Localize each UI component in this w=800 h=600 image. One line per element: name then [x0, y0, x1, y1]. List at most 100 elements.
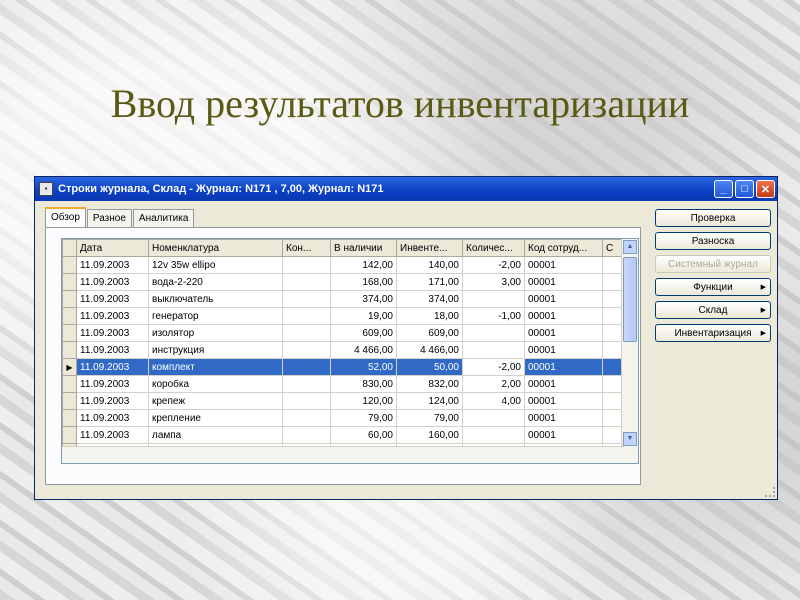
table-cell[interactable]: 120,00	[330, 392, 397, 410]
minimize-button[interactable]: _	[714, 180, 733, 198]
table-cell[interactable]: 3,00	[462, 273, 525, 291]
table-cell[interactable]: 12v 35w ellipo	[148, 256, 283, 274]
table-cell[interactable]	[282, 324, 331, 342]
table-cell[interactable]: 609,00	[396, 324, 463, 342]
column-header[interactable]: Код сотруд...	[524, 239, 603, 257]
table-row[interactable]: ▶ 11.09.2003 комплект 52,00 50,00 -2,00 00001	[62, 358, 625, 376]
table-cell[interactable]	[282, 290, 331, 308]
row-indicator[interactable]	[62, 409, 77, 427]
row-indicator[interactable]	[62, 290, 77, 308]
table-cell[interactable]: 2,00	[462, 375, 525, 393]
table-cell[interactable]: генератор	[148, 307, 283, 325]
table-cell[interactable]	[282, 273, 331, 291]
table-cell[interactable]: 00001	[524, 290, 603, 308]
row-indicator[interactable]	[62, 256, 77, 274]
table-cell[interactable]: 00001	[524, 375, 603, 393]
column-header[interactable]: Дата	[76, 239, 149, 257]
table-cell[interactable]: 11.09.2003	[76, 256, 149, 274]
table-row[interactable]: 11.09.2003 крепеж 120,00 124,00 4,00 00001	[62, 392, 625, 410]
table-cell[interactable]: 140,00	[396, 256, 463, 274]
table-cell[interactable]: 11.09.2003	[76, 358, 149, 376]
resize-grip-icon[interactable]	[765, 487, 775, 497]
table-row[interactable]: 11.09.2003 лампа 60,00 160,00 00001	[62, 426, 625, 444]
table-cell[interactable]	[282, 426, 331, 444]
table-cell[interactable]: 11.09.2003	[76, 341, 149, 359]
table-cell[interactable]	[462, 290, 525, 308]
table-cell[interactable]: вода-2-220	[148, 273, 283, 291]
table-cell[interactable]: 11.09.2003	[76, 307, 149, 325]
journal-grid[interactable]: Дата Номенклатура Кон... В наличии Инвен…	[61, 238, 639, 464]
table-cell[interactable]	[462, 409, 525, 427]
table-cell[interactable]: 60,00	[330, 426, 397, 444]
table-cell[interactable]	[282, 409, 331, 427]
table-cell[interactable]: 4 466,00	[330, 341, 397, 359]
scroll-up-icon[interactable]: ▲	[623, 240, 637, 254]
table-row[interactable]: 11.09.2003 выключатель 374,00 374,00 00001	[62, 290, 625, 308]
app-icon[interactable]: ▪	[39, 182, 53, 196]
table-cell[interactable]: 832,00	[396, 375, 463, 393]
tab-analytics[interactable]: Аналитика	[132, 209, 195, 228]
row-indicator[interactable]	[62, 307, 77, 325]
action-button[interactable]: Проверка	[655, 209, 771, 227]
table-cell[interactable]: -2,00	[462, 256, 525, 274]
table-cell[interactable]: 00001	[524, 409, 603, 427]
table-cell[interactable]	[462, 426, 525, 444]
column-header[interactable]: Количес...	[462, 239, 525, 257]
table-cell[interactable]: 830,00	[330, 375, 397, 393]
row-indicator[interactable]	[62, 273, 77, 291]
close-button[interactable]: ✕	[756, 180, 775, 198]
table-cell[interactable]: 79,00	[396, 409, 463, 427]
row-indicator[interactable]	[62, 341, 77, 359]
column-header[interactable]: В наличии	[330, 239, 397, 257]
table-cell[interactable]: 00001	[524, 426, 603, 444]
table-cell[interactable]: 168,00	[330, 273, 397, 291]
table-cell[interactable]: -1,00	[462, 307, 525, 325]
table-row[interactable]: 11.09.2003 коробка 830,00 832,00 2,00 00001	[62, 375, 625, 393]
table-cell[interactable]	[282, 392, 331, 410]
action-button[interactable]: Инвентаризация ▶	[655, 324, 771, 342]
table-cell[interactable]: 19,00	[330, 307, 397, 325]
table-cell[interactable]: 171,00	[396, 273, 463, 291]
table-cell[interactable]: 374,00	[396, 290, 463, 308]
table-cell[interactable]	[282, 341, 331, 359]
current-row-pointer-icon[interactable]: ▶	[62, 358, 77, 376]
table-cell[interactable]: 11.09.2003	[76, 426, 149, 444]
horizontal-scrollbar[interactable]	[62, 446, 624, 463]
table-row[interactable]: 11.09.2003 крепление 79,00 79,00 00001	[62, 409, 625, 427]
table-cell[interactable]: 374,00	[330, 290, 397, 308]
scroll-down-icon[interactable]: ▼	[623, 432, 637, 446]
table-cell[interactable]: 00001	[524, 307, 603, 325]
table-row[interactable]: 11.09.2003 12v 35w ellipo 142,00 140,00 -2,0…	[62, 256, 625, 274]
action-button[interactable]: Функции ▶	[655, 278, 771, 296]
row-indicator[interactable]	[62, 392, 77, 410]
tab-overview[interactable]: Обзор	[45, 207, 86, 229]
table-cell[interactable]: коробка	[148, 375, 283, 393]
tab-misc[interactable]: Разное	[86, 209, 132, 228]
table-cell[interactable]: 79,00	[330, 409, 397, 427]
row-indicator[interactable]	[62, 324, 77, 342]
table-row[interactable]: 11.09.2003 генератор 19,00 18,00 -1,00 00001	[62, 307, 625, 325]
table-cell[interactable]: 142,00	[330, 256, 397, 274]
table-cell[interactable]: лампа	[148, 426, 283, 444]
table-cell[interactable]: 00001	[524, 341, 603, 359]
table-cell[interactable]: 11.09.2003	[76, 324, 149, 342]
table-cell[interactable]	[282, 358, 331, 376]
vertical-scrollbar[interactable]: ▲ ▼	[621, 239, 638, 463]
table-cell[interactable]: 11.09.2003	[76, 273, 149, 291]
column-header[interactable]: Номенклатура	[148, 239, 283, 257]
table-cell[interactable]	[462, 324, 525, 342]
table-cell[interactable]: 00001	[524, 256, 603, 274]
table-cell[interactable]: 11.09.2003	[76, 409, 149, 427]
table-cell[interactable]: выключатель	[148, 290, 283, 308]
table-cell[interactable]: крепеж	[148, 392, 283, 410]
table-cell[interactable]	[282, 375, 331, 393]
table-cell[interactable]: 4,00	[462, 392, 525, 410]
table-cell[interactable]: 4 466,00	[396, 341, 463, 359]
table-cell[interactable]: -2,00	[462, 358, 525, 376]
action-button[interactable]: Разноска	[655, 232, 771, 250]
table-cell[interactable]: 11.09.2003	[76, 375, 149, 393]
table-row[interactable]: 11.09.2003 изолятор 609,00 609,00 00001	[62, 324, 625, 342]
column-header[interactable]: Инвенте...	[396, 239, 463, 257]
window-titlebar[interactable]: ▪ Строки журнала, Склад - Журнал: N171 ,…	[35, 177, 777, 201]
table-cell[interactable]: 609,00	[330, 324, 397, 342]
